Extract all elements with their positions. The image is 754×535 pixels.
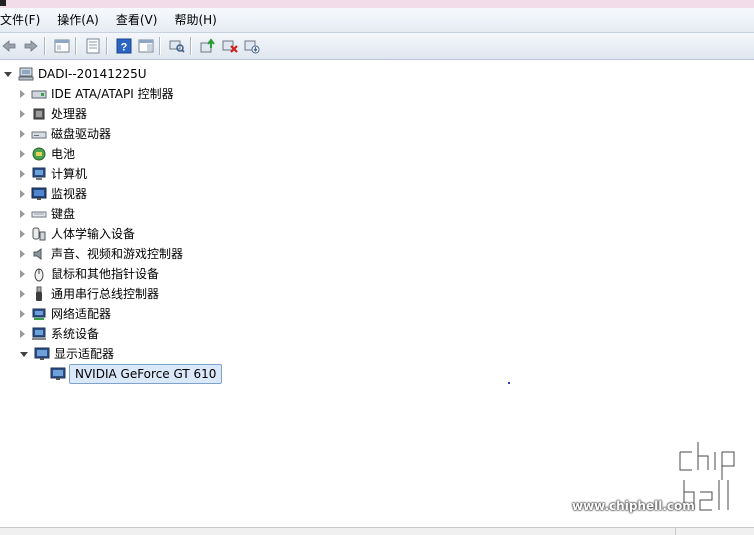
menu-file[interactable]: 文件(F)	[0, 9, 47, 31]
tree-child-gpu[interactable]: NVIDIA GeForce GT 610	[50, 364, 223, 384]
expand-arrow-icon[interactable]	[20, 270, 25, 278]
category-label: 通用串行总线控制器	[51, 287, 160, 301]
window-titlebar-strip	[0, 0, 754, 8]
toolbar-separator	[159, 37, 160, 55]
disk-drive-icon	[31, 126, 47, 142]
menu-help[interactable]: 帮助(H)	[174, 9, 223, 31]
expand-arrow-icon[interactable]	[20, 290, 25, 298]
tree-category-item[interactable]: 鼠标和其他指针设备	[20, 264, 159, 284]
display-adapter-child-icon	[50, 366, 66, 382]
collapse-root-icon[interactable]	[4, 71, 12, 77]
ide-controller-icon	[31, 86, 47, 102]
category-label: IDE ATA/ATAPI 控制器	[51, 87, 174, 101]
expand-arrow-icon[interactable]	[20, 90, 25, 98]
toolbar-separator	[44, 37, 45, 55]
category-label: 鼠标和其他指针设备	[51, 267, 160, 281]
scan-hardware-icon[interactable]	[168, 37, 186, 55]
display-adapter-icon	[34, 346, 50, 362]
expand-arrow-icon[interactable]	[20, 310, 25, 318]
hid-icon	[31, 226, 47, 242]
category-label: 显示适配器	[54, 347, 115, 361]
gpu-device-label: NVIDIA GeForce GT 610	[69, 364, 223, 384]
expand-arrow-icon[interactable]	[20, 250, 25, 258]
svg-text:?: ?	[121, 42, 128, 54]
tree-category-item[interactable]: 系统设备	[20, 324, 99, 344]
tree-category-item[interactable]: 处理器	[20, 104, 87, 124]
tree-category-item[interactable]: 电池	[20, 144, 75, 164]
category-label: 计算机	[51, 167, 88, 181]
monitor-icon	[31, 186, 47, 202]
processor-icon	[31, 106, 47, 122]
keyboard-icon	[31, 206, 47, 222]
stray-dot	[508, 382, 510, 384]
menu-view[interactable]: 查看(V)	[116, 9, 165, 31]
collapse-arrow-icon[interactable]	[20, 351, 28, 357]
tree-root[interactable]: DADI--20141225U	[4, 64, 147, 84]
forward-arrow-icon[interactable]	[22, 37, 40, 55]
tree-category-item[interactable]: 人体学输入设备	[20, 224, 135, 244]
category-label: 人体学输入设备	[51, 227, 136, 241]
back-arrow-icon[interactable]	[0, 37, 18, 55]
category-label: 键盘	[51, 207, 76, 221]
tree-category-item[interactable]: 计算机	[20, 164, 87, 184]
expand-arrow-icon[interactable]	[20, 170, 25, 178]
battery-icon	[31, 146, 47, 162]
category-label: 处理器	[51, 107, 88, 121]
watermark-url: www.chiphell.com	[572, 499, 695, 513]
tree-category-item[interactable]: 磁盘驱动器	[20, 124, 111, 144]
sound-icon	[31, 246, 47, 262]
tree-category-item[interactable]: IDE ATA/ATAPI 控制器	[20, 84, 174, 104]
update-driver-icon[interactable]	[199, 37, 217, 55]
expand-arrow-icon[interactable]	[20, 110, 25, 118]
tree-category-item[interactable]: 显示适配器	[20, 344, 114, 364]
tree-category-item[interactable]: 声音、视频和游戏控制器	[20, 244, 183, 264]
expand-arrow-icon[interactable]	[20, 190, 25, 198]
action-pane-icon[interactable]	[137, 37, 155, 55]
category-label: 电池	[51, 147, 76, 161]
menu-bar: 文件(F) 操作(A) 查看(V) 帮助(H)	[0, 8, 754, 33]
properties-icon[interactable]	[84, 37, 102, 55]
usb-icon	[31, 286, 47, 302]
expand-arrow-icon[interactable]	[20, 230, 25, 238]
tree-category-item[interactable]: 监视器	[20, 184, 87, 204]
expand-arrow-icon[interactable]	[20, 330, 25, 338]
system-menu-nub[interactable]	[0, 0, 6, 6]
tree-category-item[interactable]: 通用串行总线控制器	[20, 284, 159, 304]
expand-arrow-icon[interactable]	[20, 210, 25, 218]
category-label: 声音、视频和游戏控制器	[51, 247, 184, 261]
root-computer-name: DADI--20141225U	[38, 67, 147, 81]
category-label: 监视器	[51, 187, 88, 201]
network-adapter-icon	[31, 306, 47, 322]
help-icon[interactable]: ?	[115, 37, 133, 55]
toolbar-separator	[106, 37, 107, 55]
category-label: 网络适配器	[51, 307, 112, 321]
menu-action[interactable]: 操作(A)	[57, 9, 106, 31]
expand-arrow-icon[interactable]	[20, 130, 25, 138]
tree-category-item[interactable]: 键盘	[20, 204, 75, 224]
expand-arrow-icon[interactable]	[20, 150, 25, 158]
toolbar: ?	[0, 33, 754, 60]
disable-device-icon[interactable]	[243, 37, 261, 55]
category-label: 系统设备	[51, 327, 100, 341]
mouse-icon	[31, 266, 47, 282]
toolbar-separator	[190, 37, 191, 55]
computer-root-icon	[18, 66, 34, 82]
chiphell-watermark: www.chiphell.com	[572, 440, 754, 520]
console-tree-icon[interactable]	[53, 37, 71, 55]
system-device-icon	[31, 326, 47, 342]
toolbar-separator	[75, 37, 76, 55]
computer-icon	[31, 166, 47, 182]
category-label: 磁盘驱动器	[51, 127, 112, 141]
uninstall-icon[interactable]	[221, 37, 239, 55]
tree-category-item[interactable]: 网络适配器	[20, 304, 111, 324]
